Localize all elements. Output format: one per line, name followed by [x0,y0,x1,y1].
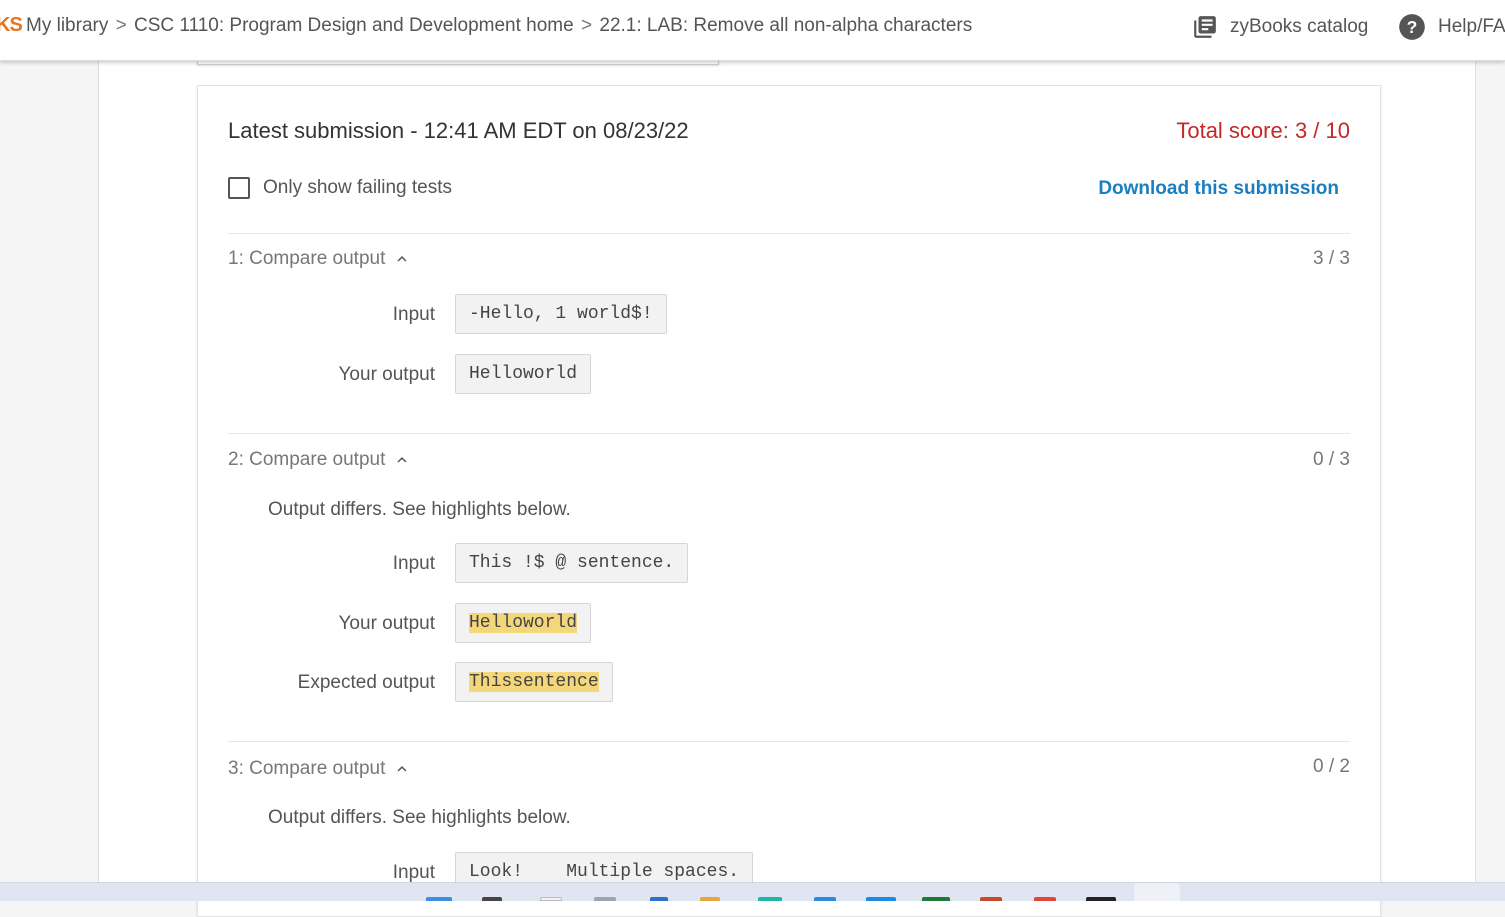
windows-start-icon[interactable] [426,897,452,901]
test-1-input: -Hello, 1 world$! [469,304,653,324]
test-2-score: 0 / 3 [1313,449,1350,470]
breadcrumb-my-library[interactable]: My library [26,15,108,36]
test-1-input-box: -Hello, 1 world$! [455,294,667,334]
chevron-up-icon [397,457,407,463]
test-3-header[interactable]: 3: Compare output [228,758,411,780]
test-3-differs-message: Output differs. See highlights below. [268,807,571,828]
test-3-title: 3: Compare output [228,758,386,779]
input-label: Input [392,862,435,883]
app-icon[interactable] [758,897,782,901]
breadcrumb-current-section: 22.1: LAB: Remove all non-alpha characte… [599,15,973,36]
test-2-title: 2: Compare output [228,449,386,470]
divider [228,433,1350,434]
svg-text:?: ? [1407,17,1418,37]
divider [228,233,1350,234]
breadcrumb-course-home[interactable]: CSC 1110: Program Design and Development… [134,15,574,36]
file-explorer-icon[interactable] [700,897,720,901]
submission-title: Latest submission - 12:41 AM EDT on 08/2… [228,118,689,143]
app-icon[interactable] [814,897,836,901]
test-2-input-box: This !$ @ sentence. [455,543,689,583]
failing-tests-label: Only show failing tests [263,177,453,198]
your-output-label: Your output [338,613,436,634]
help-faq-link[interactable]: ? Help/FA [1398,12,1505,42]
test-1-title: 1: Compare output [228,248,386,269]
breadcrumb: My library > CSC 1110: Program Design an… [26,15,972,37]
test-1-header[interactable]: 1: Compare output [228,248,411,270]
input-label: Input [392,304,435,325]
input-label: Input [392,553,435,574]
test-1-score: 3 / 3 [1313,248,1350,269]
breadcrumb-separator: > [581,15,593,36]
zybooks-logo-fragment[interactable]: KS [0,14,23,37]
help-circle-icon: ? [1399,14,1425,40]
top-navigation-bar: KS My library > CSC 1110: Program Design… [0,0,1505,61]
test-3-score: 0 / 2 [1313,756,1350,777]
expected-output-label: Expected output [297,672,435,693]
divider [228,741,1350,742]
total-score: Total score: 3 / 10 [1176,118,1350,143]
task-view-icon[interactable] [540,897,562,901]
test-2-your-output: Helloworld [469,613,578,633]
excel-icon[interactable] [922,897,950,901]
test-2-expected-output-box: Thissentence [455,662,613,702]
test-2-expected-output: Thissentence [469,672,599,692]
test-2-differs-message: Output differs. See highlights below. [268,499,571,520]
help-label: Help/FA [1438,16,1505,37]
active-app-icon[interactable] [1134,883,1180,901]
test-2-your-output-box: Helloworld [455,603,592,643]
widgets-icon[interactable] [594,897,616,901]
terminal-icon[interactable] [1086,897,1116,901]
library-books-icon [1194,16,1216,38]
os-taskbar [0,882,1505,901]
chrome-icon[interactable] [1034,897,1056,901]
test-1-your-output-box: Helloworld [455,354,592,394]
chevron-up-icon [397,766,407,772]
breadcrumb-separator: > [115,15,127,36]
app-icon[interactable] [980,897,1002,901]
test-2-input: This !$ @ sentence. [469,553,675,573]
test-1-your-output: Helloworld [469,364,578,384]
download-submission-link[interactable]: Download this submission [1098,178,1339,200]
search-icon[interactable] [482,897,502,901]
zybooks-catalog-link[interactable]: zyBooks catalog [1192,12,1368,42]
test-3-input: Look! Multiple spaces. [469,862,740,882]
test-2-header[interactable]: 2: Compare output [228,449,411,471]
chevron-up-icon [397,256,407,262]
edge-icon[interactable] [650,897,668,901]
failing-tests-toggle[interactable]: Only show failing tests [228,177,452,199]
submission-card: Latest submission - 12:41 AM EDT on 08/2… [197,85,1381,917]
failing-tests-checkbox[interactable] [228,177,250,199]
store-icon[interactable] [866,897,896,901]
your-output-label: Your output [338,364,436,385]
catalog-label: zyBooks catalog [1230,16,1369,37]
